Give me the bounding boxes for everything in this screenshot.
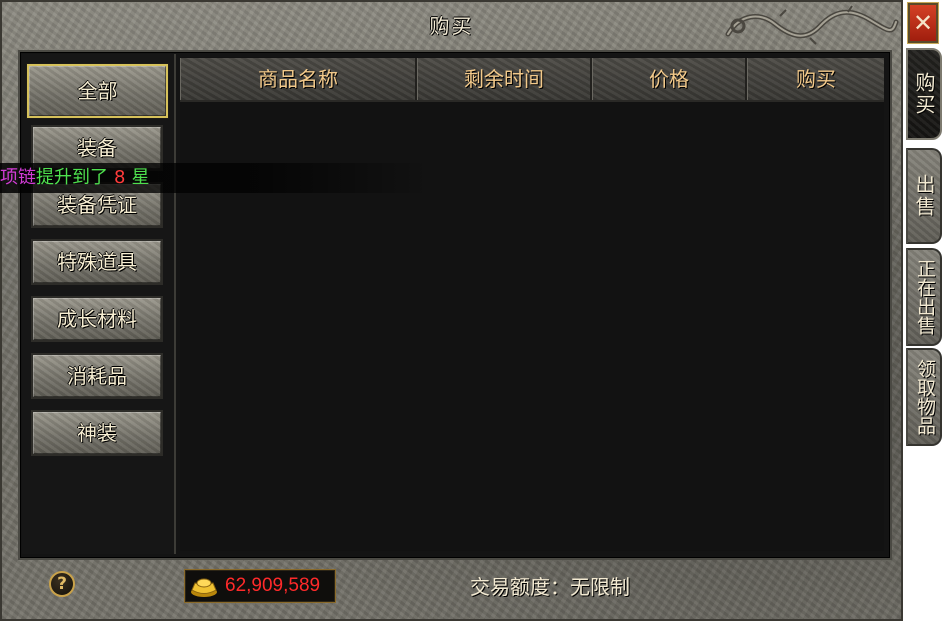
tab-buy[interactable]: 购买 — [906, 48, 942, 140]
system-broadcast: 项链提升到了 8 星 — [0, 163, 430, 193]
tab-sell[interactable]: 出售 — [906, 148, 942, 244]
close-icon[interactable]: ✕ — [907, 2, 939, 44]
broadcast-item-name: 项链 — [0, 167, 36, 188]
help-icon[interactable]: ? — [49, 571, 75, 597]
gold-ingot-icon — [191, 578, 217, 597]
column-item-name[interactable]: 商品名称 — [180, 58, 417, 100]
broadcast-suffix: 星 — [131, 167, 150, 188]
category-growth-materials-button[interactable]: 成长材料 — [31, 296, 163, 342]
broadcast-level: 8 — [114, 167, 126, 188]
tab-selling[interactable]: 正在出售 — [906, 248, 942, 346]
dragon-ornament-icon — [725, 5, 899, 45]
gold-amount: 62,909,589 — [225, 575, 321, 596]
category-all-button[interactable]: 全部 — [26, 63, 169, 119]
category-consumables-button[interactable]: 消耗品 — [31, 353, 163, 399]
listing-table[interactable] — [180, 57, 884, 551]
broadcast-text: 提升到了 — [36, 167, 108, 188]
trade-limit: 交易额度：无限制 — [470, 575, 630, 599]
gold-balance: 62,909,589 — [184, 569, 336, 603]
category-divine-gear-button[interactable]: 神装 — [31, 410, 163, 456]
column-price[interactable]: 价格 — [592, 58, 747, 100]
footer-bar — [18, 556, 888, 616]
column-remaining-time[interactable]: 剩余时间 — [417, 58, 592, 100]
table-header: 商品名称 剩余时间 价格 购买 — [180, 58, 884, 102]
tab-claim-items[interactable]: 领取物品 — [906, 348, 942, 446]
category-special-items-button[interactable]: 特殊道具 — [31, 239, 163, 285]
column-buy: 购买 — [747, 58, 884, 100]
